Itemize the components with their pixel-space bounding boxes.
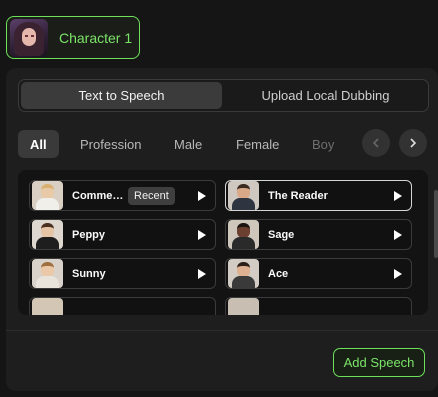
voice-avatar [228, 298, 259, 315]
play-icon[interactable] [394, 269, 402, 279]
voice-avatar [32, 298, 63, 315]
add-speech-button[interactable]: Add Speech [333, 348, 425, 377]
voice-avatar [32, 181, 63, 210]
chevron-right-icon [410, 138, 417, 148]
character-avatar [10, 18, 48, 57]
chevron-left-icon [372, 138, 379, 148]
filter-all[interactable]: All [18, 130, 59, 158]
character-chip[interactable]: Character 1 [6, 16, 140, 59]
voice-avatar [228, 259, 259, 288]
mode-tabs: Text to Speech Upload Local Dubbing [18, 79, 429, 112]
voice-card[interactable]: Peppy [29, 219, 216, 250]
voice-avatar [228, 220, 259, 249]
filter-profession[interactable]: Profession [80, 130, 141, 158]
divider [6, 330, 438, 331]
voice-name: Sunny [72, 267, 106, 280]
voice-card[interactable]: The Reader [225, 180, 412, 211]
voice-card[interactable] [225, 297, 412, 315]
tab-text-to-speech[interactable]: Text to Speech [21, 82, 222, 109]
character-name: Character 1 [59, 29, 133, 46]
voice-card[interactable]: Sunny [29, 258, 216, 289]
voice-avatar [32, 220, 63, 249]
voice-name: Comme… [72, 189, 124, 202]
voice-name: Sage [268, 228, 295, 241]
voice-list: Comme… Recent The Reader Peppy Sage Sunn… [18, 170, 428, 315]
voice-card[interactable]: Sage [225, 219, 412, 250]
filter-boy[interactable]: Boy [312, 130, 334, 158]
voice-card[interactable]: Ace [225, 258, 412, 289]
filter-female[interactable]: Female [236, 130, 279, 158]
scrollbar[interactable] [434, 190, 438, 258]
voice-name: Ace [268, 267, 289, 280]
recent-badge: Recent [128, 187, 175, 205]
voice-avatar [32, 259, 63, 288]
tab-upload-local-dubbing[interactable]: Upload Local Dubbing [224, 82, 427, 109]
play-icon[interactable] [198, 269, 206, 279]
voice-name: Peppy [72, 228, 106, 241]
play-icon[interactable] [394, 230, 402, 240]
voice-card[interactable] [29, 297, 216, 315]
play-icon[interactable] [394, 191, 402, 201]
category-filters: All Profession Male Female Boy [18, 128, 434, 160]
voice-avatar [228, 181, 259, 210]
voice-panel: Text to Speech Upload Local Dubbing All … [6, 68, 438, 391]
filter-male[interactable]: Male [174, 130, 202, 158]
play-icon[interactable] [198, 191, 206, 201]
scroll-left-button[interactable] [362, 129, 390, 157]
voice-name: The Reader [268, 189, 328, 202]
voice-card[interactable]: Comme… Recent [29, 180, 216, 211]
play-icon[interactable] [198, 230, 206, 240]
scroll-right-button[interactable] [399, 129, 427, 157]
